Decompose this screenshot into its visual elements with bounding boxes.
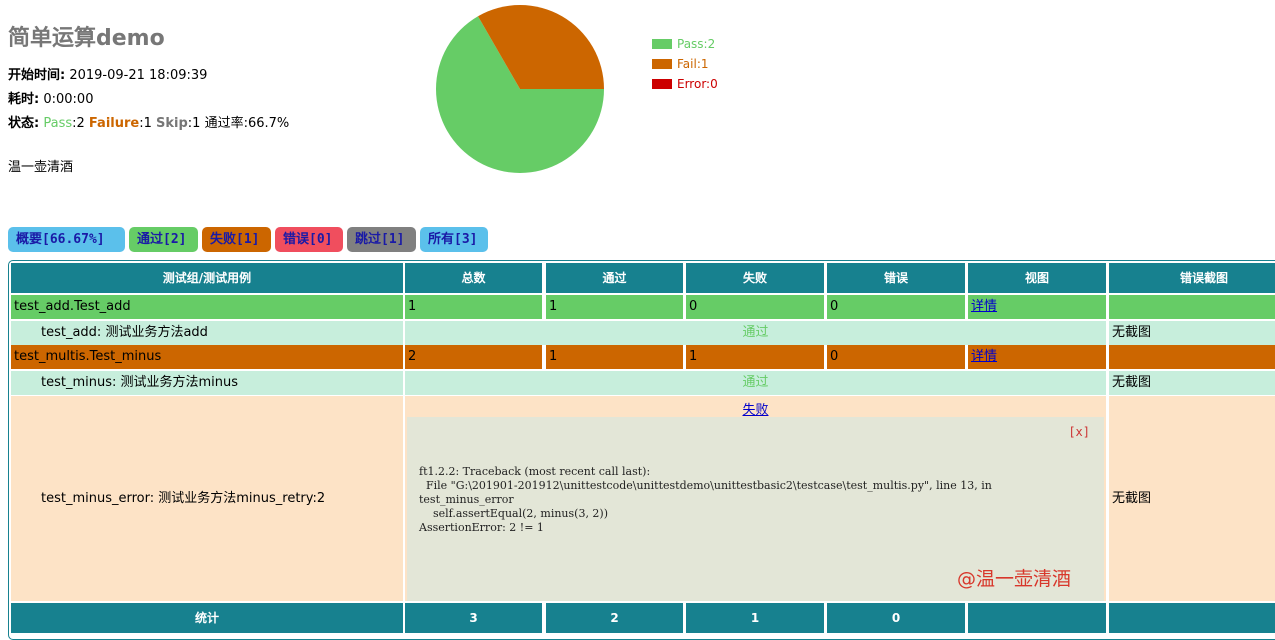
detail-link-test-add[interactable]: 详情 <box>971 299 997 314</box>
group-row-test-add-view: 详情 <box>968 295 1106 319</box>
legend-swatch-error <box>652 79 672 89</box>
header-total: 总数 <box>405 263 542 293</box>
group-row-test-add-screenshot <box>1109 295 1275 319</box>
group-row-test-add-error: 0 <box>827 295 965 319</box>
group-row-test-minus-screenshot <box>1109 345 1275 369</box>
duration-value: 0:00:00 <box>43 92 94 107</box>
header-error: 错误 <box>827 263 965 293</box>
duration: 耗时: 0:00:00 <box>8 88 93 107</box>
legend-label-error: Error:0 <box>677 77 718 91</box>
legend-item-fail: Fail:1 <box>652 54 718 74</box>
tab-skipped[interactable]: 跳过[1] <box>347 227 416 252</box>
legend-swatch-pass <box>652 39 672 49</box>
case-row-test-minus-screenshot: 无截图 <box>1109 371 1275 395</box>
footer-error: 0 <box>827 603 965 633</box>
legend-label-pass: Pass:2 <box>677 37 716 51</box>
case-row-test-add-result: 通过 <box>405 321 1106 345</box>
status-pass-label: Pass <box>43 116 73 131</box>
close-icon[interactable]: [x] <box>1068 425 1090 439</box>
start-time: 开始时间: 2019-09-21 18:09:39 <box>8 64 207 83</box>
group-row-test-add-fail: 0 <box>686 295 824 319</box>
report-author: 温一壶清酒 <box>8 160 74 175</box>
case-row-test-minus-error-result: 失败 [x] ft1.2.2: Traceback (most recent c… <box>405 396 1106 601</box>
results-table: 测试组/测试用例 总数 通过 失败 错误 视图 错误截图 test_add.Te… <box>8 260 1275 640</box>
case-row-test-minus-name: test_minus: 测试业务方法minus <box>11 371 403 395</box>
status-line: 状态: Pass:2 Failure:1 Skip:1 通过率:66.7% <box>8 112 289 131</box>
group-row-test-minus-fail: 1 <box>686 345 824 369</box>
status-skip-label: Skip <box>156 116 188 131</box>
traceback-panel: [x] ft1.2.2: Traceback (most recent call… <box>407 417 1104 601</box>
header-fail: 失败 <box>686 263 824 293</box>
legend-swatch-fail <box>652 59 672 69</box>
case-row-test-minus-error-screenshot: 无截图 <box>1109 396 1275 601</box>
group-row-test-minus-total: 2 <box>405 345 542 369</box>
watermark: @温一壶清酒 <box>957 568 1072 590</box>
tab-all[interactable]: 所有[3] <box>420 227 488 252</box>
group-row-test-minus-pass: 1 <box>546 345 683 369</box>
footer-pass: 2 <box>546 603 683 633</box>
detail-link-test-minus[interactable]: 详情 <box>971 349 997 364</box>
tab-passed[interactable]: 通过[2] <box>129 227 198 252</box>
header-pass: 通过 <box>546 263 683 293</box>
duration-label: 耗时: <box>8 92 40 107</box>
traceback-text: ft1.2.2: Traceback (most recent call las… <box>419 465 992 534</box>
case-row-test-minus-result: 通过 <box>405 371 1106 395</box>
footer-view <box>968 603 1106 633</box>
filter-tabs: 概要[66.67%] 通过[2] 失败[1] 错误[0] 跳过[1] 所有[3] <box>8 227 488 252</box>
case-row-test-minus-error-name: test_minus_error: 测试业务方法minus_retry:2 <box>11 396 403 601</box>
group-row-test-add-pass: 1 <box>546 295 683 319</box>
group-row-test-minus-name: test_multis.Test_minus <box>11 345 403 369</box>
group-row-test-minus-error: 0 <box>827 345 965 369</box>
footer-label: 统计 <box>11 603 403 633</box>
status-fail-value: :1 <box>139 116 152 131</box>
header-testcase: 测试组/测试用例 <box>11 263 403 293</box>
chart-legend: Pass:2 Fail:1 Error:0 <box>652 34 718 94</box>
footer-screenshot <box>1109 603 1275 633</box>
case-row-test-add-name: test_add: 测试业务方法add <box>11 321 403 345</box>
status-fail-label: Failure <box>88 116 140 131</box>
status-skip-value: :1 <box>187 116 201 131</box>
footer-fail: 1 <box>686 603 824 633</box>
tab-failed[interactable]: 失败[1] <box>202 227 271 252</box>
legend-label-fail: Fail:1 <box>677 57 709 71</box>
start-time-label: 开始时间: <box>8 68 66 83</box>
tab-errors[interactable]: 错误[0] <box>275 227 343 252</box>
result-pie-chart <box>436 5 604 174</box>
status-label: 状态: <box>8 116 40 131</box>
start-time-value: 2019-09-21 18:09:39 <box>69 68 208 83</box>
group-row-test-minus-view: 详情 <box>968 345 1106 369</box>
group-row-test-add-name: test_add.Test_add <box>11 295 403 319</box>
legend-item-pass: Pass:2 <box>652 34 718 54</box>
status-rate: 通过率:66.7% <box>204 116 290 131</box>
header-view: 视图 <box>968 263 1106 293</box>
group-row-test-add-total: 1 <box>405 295 542 319</box>
failure-detail-link[interactable]: 失败 <box>742 403 768 418</box>
footer-total: 3 <box>405 603 542 633</box>
legend-item-error: Error:0 <box>652 74 718 94</box>
tab-summary[interactable]: 概要[66.67%] <box>8 227 125 252</box>
header-screenshot: 错误截图 <box>1109 263 1275 293</box>
report-title: 简单运算demo <box>8 26 165 51</box>
status-pass-value: :2 <box>72 116 85 131</box>
case-row-test-add-screenshot: 无截图 <box>1109 321 1275 345</box>
